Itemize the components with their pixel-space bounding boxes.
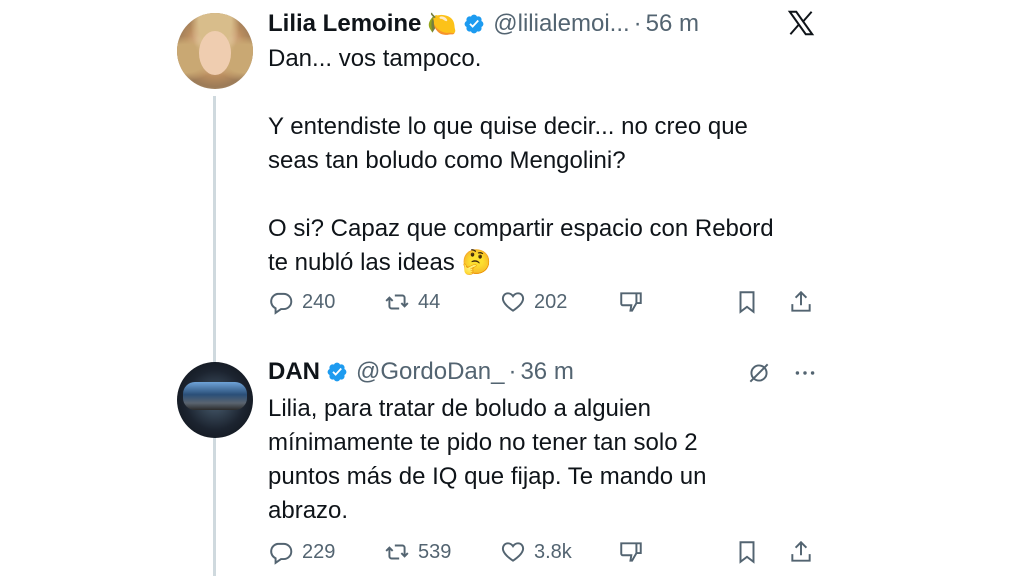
like-count: 202: [534, 290, 568, 313]
author-name[interactable]: DAN: [268, 358, 320, 386]
author-handle[interactable]: @lilialemoi...: [493, 10, 629, 38]
dislike-icon: [620, 292, 642, 312]
separator-dot: ·: [633, 10, 642, 37]
repost-count: 44: [418, 290, 441, 313]
tweet-text: Lilia, para tratar de boludo a alguien m…: [268, 395, 707, 524]
repost-icon: [385, 544, 409, 560]
tweet-header: Lilia Lemoine 🍋 @lilialemoi... · 56 m: [268, 9, 699, 39]
bookmark-button[interactable]: [734, 536, 760, 568]
timestamp[interactable]: 56 m: [646, 10, 699, 38]
dislike-button[interactable]: [618, 286, 644, 318]
bookmark-button[interactable]: [734, 286, 760, 318]
heart-icon: [501, 292, 525, 312]
more-icon[interactable]: [792, 360, 818, 386]
timestamp[interactable]: 36 m: [520, 358, 573, 386]
repost-button[interactable]: 44: [384, 286, 440, 318]
author-handle[interactable]: @GordoDan_: [356, 358, 504, 386]
reply-button[interactable]: 229: [268, 536, 335, 568]
bookmark-icon: [739, 291, 755, 314]
reply-button[interactable]: 240: [268, 286, 335, 318]
avatar-face: [199, 31, 231, 75]
repost-count: 539: [418, 540, 452, 563]
reply-icon: [270, 292, 293, 315]
mute-icon[interactable]: [746, 360, 772, 386]
reply-count: 240: [302, 290, 336, 313]
avatar[interactable]: [177, 13, 253, 89]
author-name[interactable]: Lilia Lemoine: [268, 10, 421, 38]
tweet-text: Dan... vos tampoco. Y entendiste lo que …: [268, 45, 774, 276]
share-button[interactable]: [788, 286, 814, 318]
action-bar: 229 539 3.8k: [268, 536, 818, 568]
dislike-button[interactable]: [618, 536, 644, 568]
tweet-header: DAN @GordoDan_ · 36 m: [268, 357, 574, 387]
reply-count: 229: [302, 540, 336, 563]
repost-button[interactable]: 539: [384, 536, 451, 568]
thread-connector-line: [213, 96, 216, 576]
x-logo-icon[interactable]: [786, 8, 816, 38]
like-button[interactable]: 202: [500, 286, 567, 318]
reply-icon: [270, 542, 293, 565]
share-icon: [791, 290, 811, 312]
share-button[interactable]: [788, 536, 814, 568]
bookmark-icon: [739, 541, 755, 564]
lemon-emoji: 🍋: [427, 10, 458, 38]
repost-icon: [385, 294, 409, 310]
heart-icon: [501, 542, 525, 562]
action-bar: 240 44 202: [268, 286, 818, 318]
separator-dot: ·: [508, 358, 517, 385]
dislike-icon: [620, 542, 642, 562]
like-button[interactable]: 3.8k: [500, 536, 572, 568]
verified-badge-icon: [327, 362, 347, 382]
avatar[interactable]: [177, 362, 253, 438]
verified-badge-icon: [464, 14, 484, 34]
avatar-sunglasses: [183, 382, 247, 410]
share-icon: [791, 540, 811, 562]
like-count: 3.8k: [534, 540, 572, 563]
